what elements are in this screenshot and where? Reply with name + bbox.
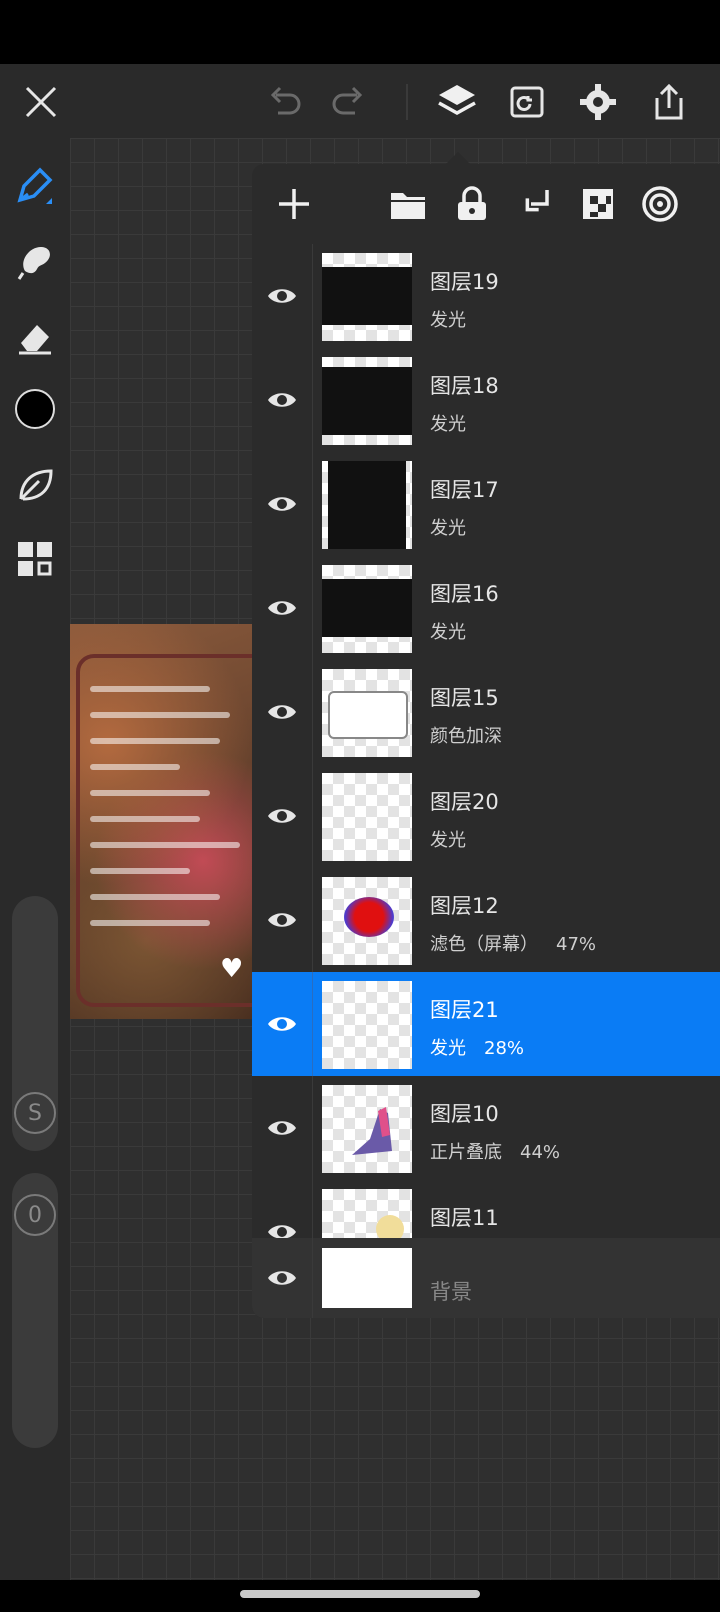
layer-name: 图层20 xyxy=(430,790,499,814)
leaf-brush-icon[interactable] xyxy=(12,462,58,508)
transparency-icon[interactable] xyxy=(576,182,620,226)
redo-icon[interactable] xyxy=(326,80,370,124)
layer-thumbnail xyxy=(322,565,412,653)
layer-blend-mode: 颜色加深 xyxy=(430,726,502,747)
layer-thumbnail xyxy=(322,357,412,445)
layer-row-selected[interactable]: 图层21 发光 28% xyxy=(252,972,720,1077)
layer-name: 图层10 xyxy=(430,1102,499,1126)
layer-thumbnail xyxy=(322,669,412,757)
lock-icon[interactable] xyxy=(450,182,494,226)
layer-row[interactable]: 图层17 发光 xyxy=(252,452,720,557)
pen-tool-icon[interactable] xyxy=(12,162,58,208)
visibility-eye-icon[interactable] xyxy=(252,764,313,868)
layer-blend-mode: 发光 xyxy=(430,622,466,643)
layer-name: 图层15 xyxy=(430,686,499,710)
layer-blend-mode: 滤色（屏幕） 47% xyxy=(430,934,597,955)
visibility-eye-icon[interactable] xyxy=(252,1076,313,1180)
visibility-eye-icon[interactable] xyxy=(252,660,313,764)
visibility-eye-icon[interactable] xyxy=(252,972,313,1076)
panel-pointer xyxy=(446,152,470,164)
brush-opacity-toggle[interactable]: 0 xyxy=(14,1194,56,1236)
close-icon[interactable] xyxy=(19,80,63,124)
layer-thumbnail xyxy=(322,877,412,965)
layer-blend-mode: 发光 28% xyxy=(430,1038,525,1059)
visibility-eye-icon[interactable] xyxy=(252,452,313,556)
layer-row[interactable]: 图层10 正片叠底 44% xyxy=(252,1076,720,1181)
visibility-eye-icon[interactable] xyxy=(252,556,313,660)
layer-blend-mode: 正片叠底 44% xyxy=(430,1142,561,1163)
layer-row[interactable]: 图层16 发光 xyxy=(252,556,720,661)
layer-row[interactable]: 图层18 发光 xyxy=(252,348,720,453)
import-file-icon[interactable] xyxy=(506,80,550,124)
layers-panel: 图层19 发光 图层18 发光 图层17 发光 图层16 发光 图层15 颜色加… xyxy=(252,164,720,1318)
current-color-swatch[interactable] xyxy=(15,389,55,429)
layer-blend-mode: 发光 xyxy=(430,414,466,435)
layer-blend-mode: 发光 xyxy=(430,518,466,539)
undo-icon[interactable] xyxy=(263,80,307,124)
reference-target-icon[interactable] xyxy=(638,182,682,226)
artwork-text-lines xyxy=(90,686,260,946)
left-toolbar: S 0 xyxy=(0,138,70,1580)
merge-down-icon[interactable] xyxy=(514,182,558,226)
layer-name: 图层19 xyxy=(430,270,499,294)
layer-name: 图层16 xyxy=(430,582,499,606)
layer-name: 图层12 xyxy=(430,894,499,918)
folder-icon[interactable] xyxy=(386,182,430,226)
layer-row[interactable]: 图层12 滤色（屏幕） 47% xyxy=(252,868,720,973)
layers-panel-header xyxy=(252,164,720,245)
layer-row[interactable]: 图层15 颜色加深 xyxy=(252,660,720,765)
settings-gear-icon[interactable] xyxy=(576,80,620,124)
background-color-swatch xyxy=(322,1248,412,1308)
layer-thumbnail xyxy=(322,461,412,549)
layer-blend-mode: 发光 xyxy=(430,310,466,331)
color-picker[interactable] xyxy=(12,386,58,432)
eraser-tool-icon[interactable] xyxy=(12,314,58,360)
brush-size-label: S xyxy=(28,1100,42,1126)
brush-size-toggle[interactable]: S xyxy=(14,1092,56,1134)
heart-icon: ♥ xyxy=(220,954,244,984)
status-bar xyxy=(0,0,720,64)
layer-name: 图层17 xyxy=(430,478,499,502)
layer-thumbnail xyxy=(322,1085,412,1173)
visibility-eye-icon[interactable] xyxy=(252,348,313,452)
background-layer-name: 背景 xyxy=(430,1280,472,1304)
layer-row[interactable]: 图层20 发光 xyxy=(252,764,720,869)
layer-name: 图层18 xyxy=(430,374,499,398)
layer-name: 图层11 xyxy=(430,1206,499,1230)
brush-opacity-label: 0 xyxy=(28,1202,42,1228)
gallery-grid-icon[interactable] xyxy=(12,536,58,582)
visibility-eye-icon[interactable] xyxy=(252,868,313,972)
layer-blend-mode: 发光 xyxy=(430,830,466,851)
toolbar-divider xyxy=(406,84,408,120)
home-indicator[interactable] xyxy=(240,1590,480,1598)
layer-thumbnail xyxy=(322,253,412,341)
layers-icon[interactable] xyxy=(435,80,479,124)
visibility-eye-icon[interactable] xyxy=(252,244,313,348)
smudge-tool-icon[interactable] xyxy=(12,238,58,284)
layer-thumbnail xyxy=(322,981,412,1069)
background-layer-row[interactable]: 背景 xyxy=(252,1238,720,1318)
canvas-artwork: ♥ xyxy=(70,624,260,1019)
layer-row[interactable]: 图层19 发光 xyxy=(252,244,720,349)
top-toolbar xyxy=(0,64,720,138)
layer-thumbnail xyxy=(322,773,412,861)
share-export-icon[interactable] xyxy=(647,80,691,124)
layer-name: 图层21 xyxy=(430,998,499,1022)
visibility-eye-icon[interactable] xyxy=(252,1238,313,1318)
add-layer-icon[interactable] xyxy=(272,182,316,226)
